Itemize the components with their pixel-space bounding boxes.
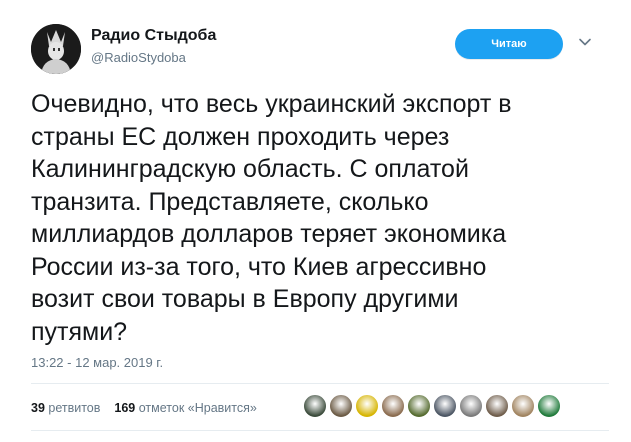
author-handle[interactable]: @RadioStydoba [91, 50, 186, 65]
likes-count: 169 [114, 401, 136, 415]
following-button[interactable]: Читаю [455, 29, 563, 59]
tweet-text-line: возит свои товары в Европу другими [31, 285, 459, 313]
tweet-timestamp[interactable]: 13:22 - 12 мар. 2019 г. [31, 355, 163, 370]
liker-avatar[interactable] [459, 394, 483, 418]
tweet-text-line: России из-за того, что Киев агрессивно [31, 252, 487, 281]
liker-avatar[interactable] [329, 394, 353, 418]
tweet-text-line: миллиардов долларов теряет экономика [31, 220, 507, 248]
retweets-label: ретвитов [48, 401, 101, 415]
tweet-text-line: транзита. Представляете, сколько [31, 187, 429, 216]
likes-stat[interactable]: 169 отметок «Нравится» [114, 401, 256, 415]
avatar[interactable] [31, 24, 81, 74]
liker-avatar[interactable] [537, 394, 561, 418]
liker-avatar[interactable] [511, 394, 535, 418]
divider [31, 383, 609, 384]
tweet-text-line: путями? [31, 317, 128, 346]
tweet-text-line: Калининградскую область. С оплатой [31, 155, 469, 183]
tweet-stats: 39 ретвитов 169 отметок «Нравится» [31, 401, 257, 415]
retweets-stat[interactable]: 39 ретвитов [31, 401, 100, 415]
tweet-text-line: страны ЕС должен проходить через [31, 122, 450, 151]
tweet-text: Очевидно, что весь украинский экспорт в … [31, 88, 611, 348]
author-name[interactable]: Радио Стыдоба [91, 27, 216, 45]
retweets-count: 39 [31, 401, 45, 415]
liker-avatars [303, 394, 561, 420]
statue-avatar-icon [31, 24, 81, 74]
liker-avatar[interactable] [433, 394, 457, 418]
liker-avatar[interactable] [381, 394, 405, 418]
liker-avatar[interactable] [303, 394, 327, 418]
likes-label: отметок «Нравится» [138, 401, 257, 415]
liker-avatar[interactable] [407, 394, 431, 418]
liker-avatar[interactable] [485, 394, 509, 418]
divider [31, 430, 609, 431]
chevron-down-icon[interactable] [578, 35, 592, 49]
liker-avatar[interactable] [355, 394, 379, 418]
tweet-text-line: Очевидно, что весь украинский экспорт в [31, 90, 512, 118]
